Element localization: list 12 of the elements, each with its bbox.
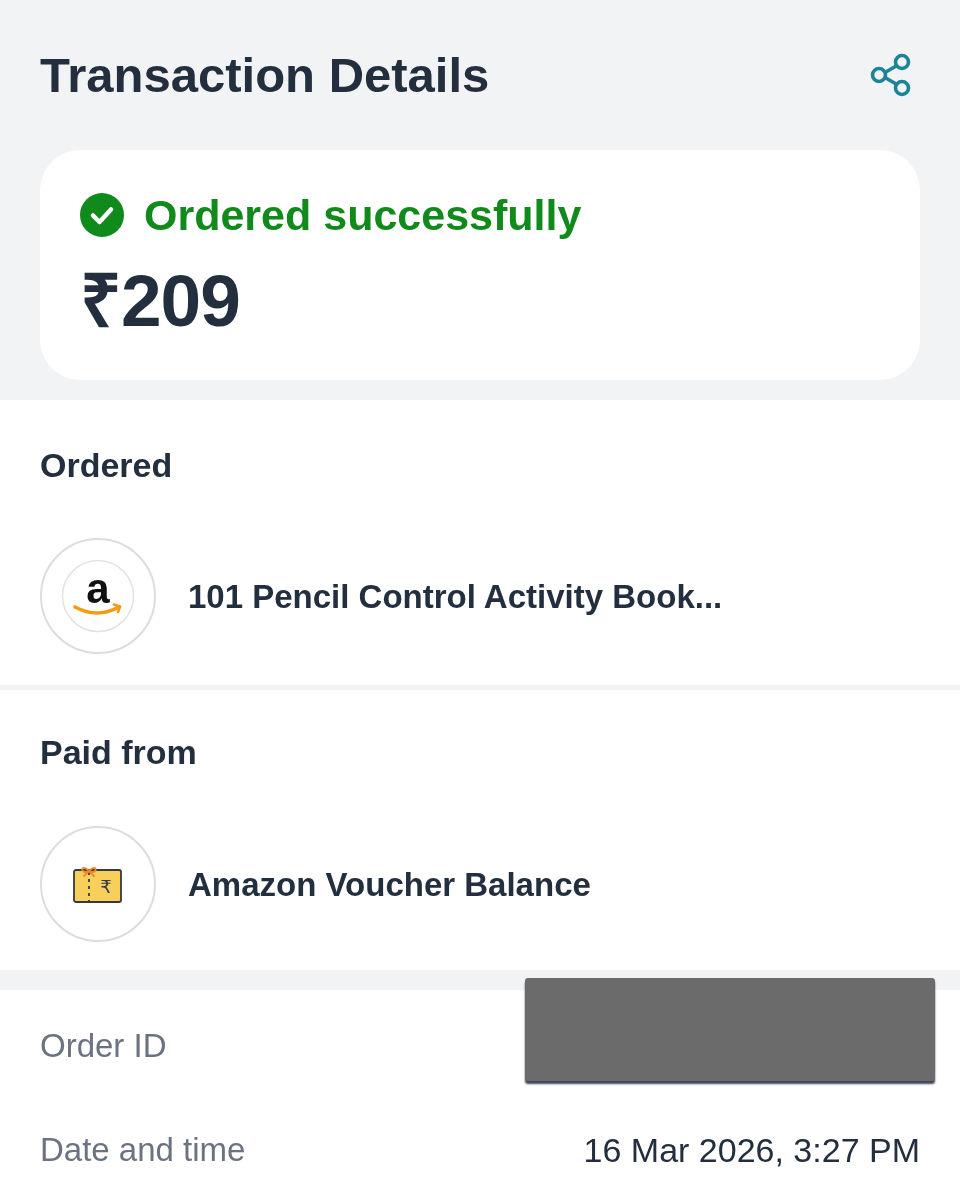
detail-label: Order ID [40,1028,167,1062]
detail-label: Date and time [40,1133,246,1166]
item-name[interactable]: Amazon Voucher Balance [188,867,591,901]
amount-text: ₹209 [80,264,240,337]
section-heading: Ordered [40,447,173,483]
share-icon[interactable] [870,53,912,97]
section-heading: Paid from [40,734,197,770]
status-text: Ordered successfully [144,193,582,237]
item-name[interactable]: 101 Pencil Control Activity Book... [188,579,723,613]
page-title: Transaction Details [40,50,490,100]
smile-logo-icon: a [61,559,135,633]
detail-value: 16 Mar 2026, 3:27 PM [583,1132,920,1167]
